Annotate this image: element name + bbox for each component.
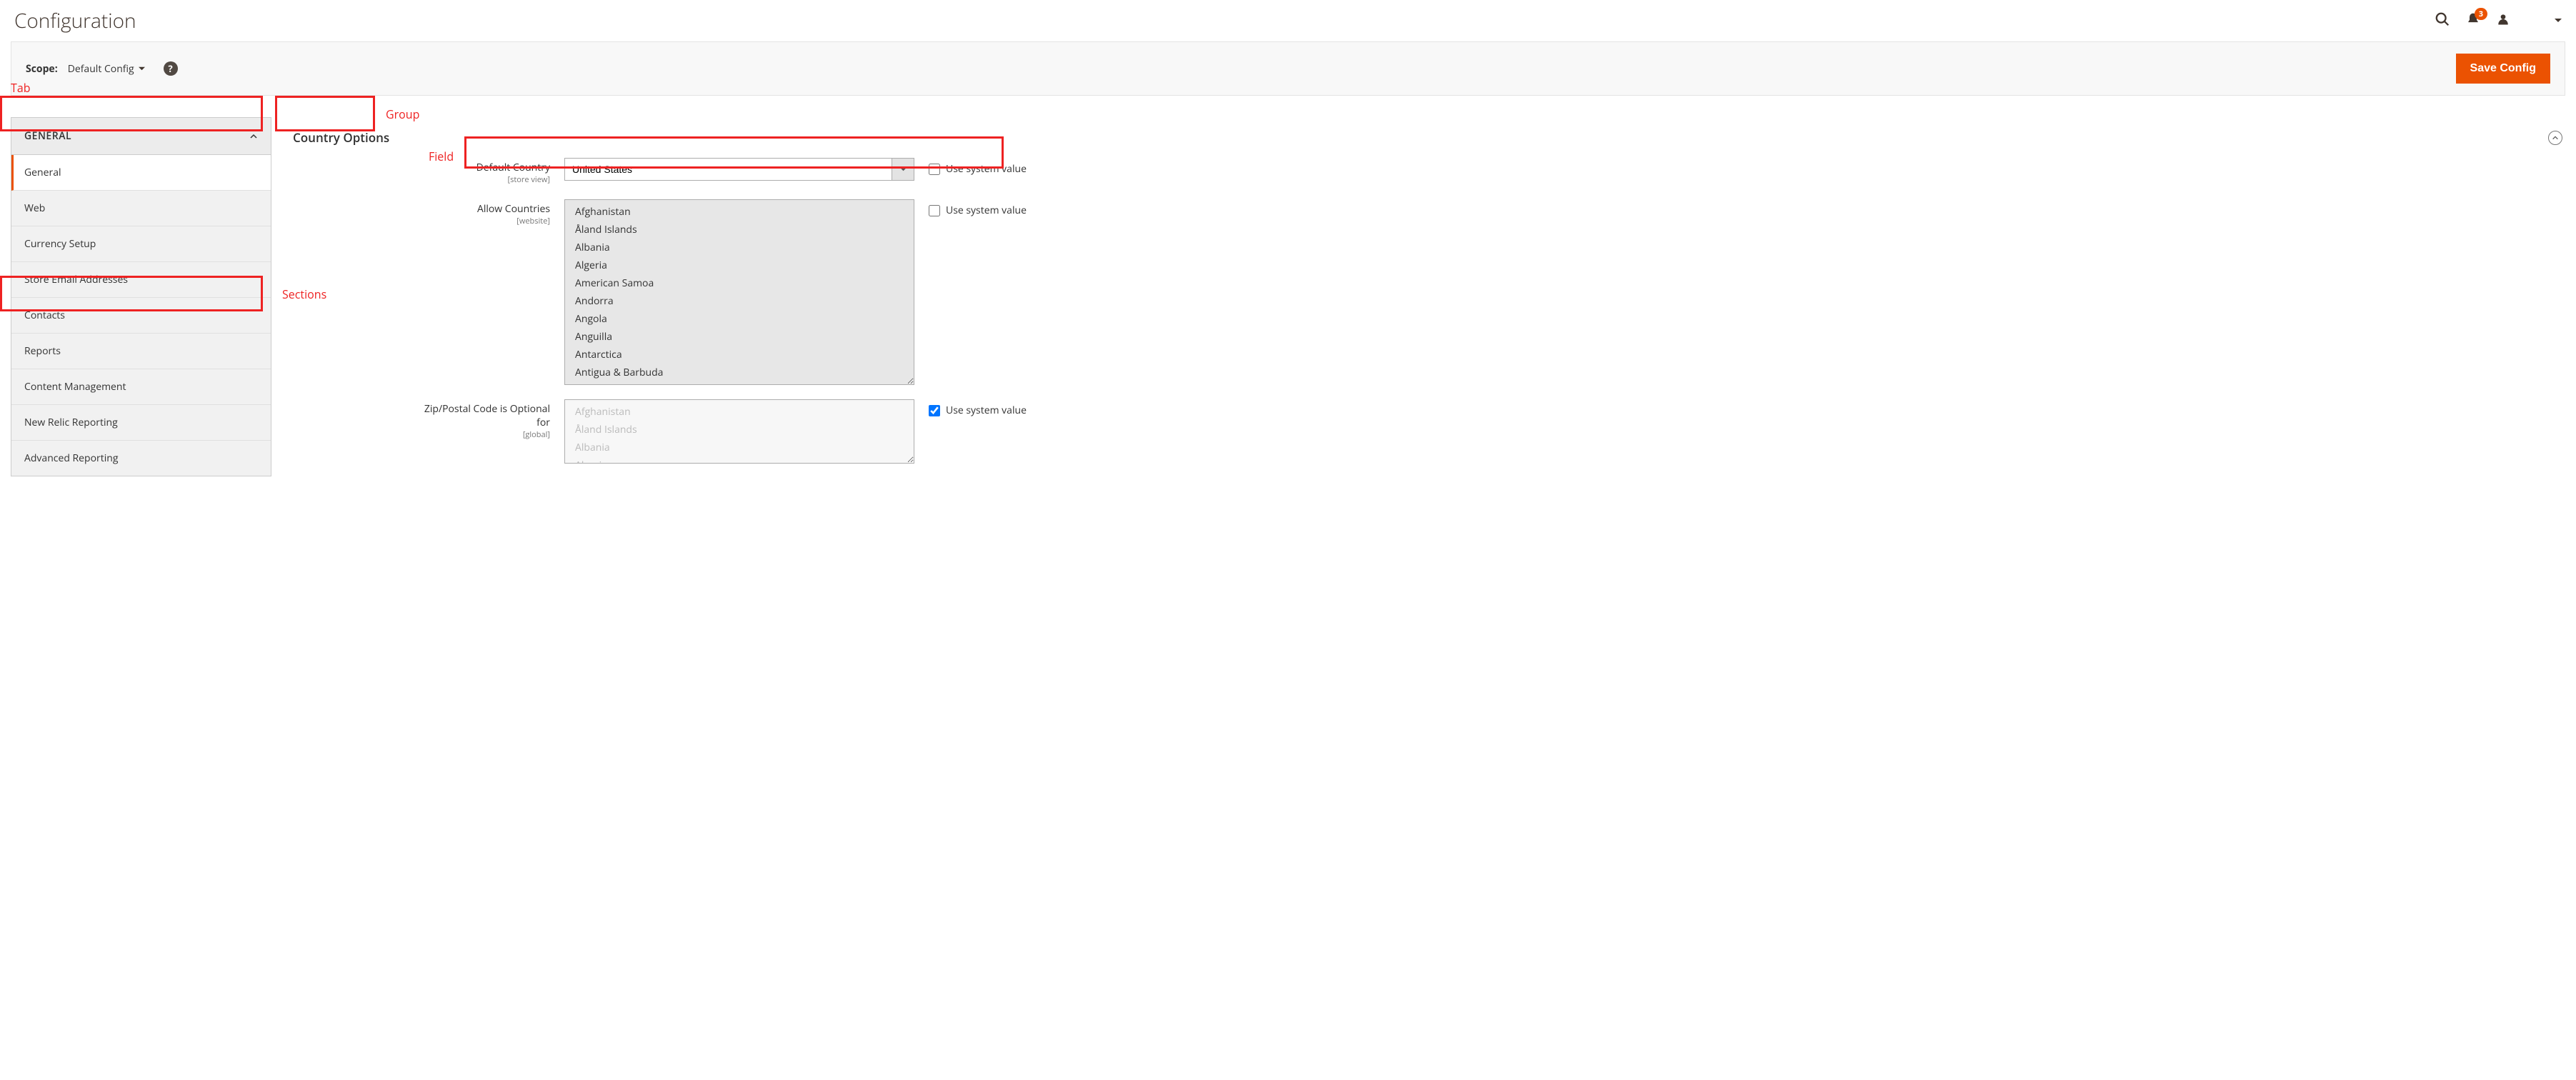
default-country-use-system-label: Use system value bbox=[946, 162, 1027, 176]
scope-label: Scope: bbox=[26, 62, 58, 76]
sidebar-section-web[interactable]: Web bbox=[11, 191, 271, 226]
scope-select[interactable]: Default Config bbox=[68, 62, 145, 76]
chevron-down-icon bbox=[139, 66, 145, 72]
collapse-group-icon[interactable] bbox=[2548, 131, 2562, 145]
default-country-use-system-checkbox[interactable] bbox=[929, 164, 940, 175]
annot-label-group: Group bbox=[386, 106, 419, 122]
account-dropdown-icon[interactable] bbox=[2555, 14, 2562, 28]
sidebar-section-general[interactable]: General bbox=[11, 155, 271, 191]
ms-option[interactable]: American Samoa bbox=[565, 274, 914, 292]
zip-optional-use-system-label: Use system value bbox=[946, 404, 1027, 417]
ms-option[interactable]: Andorra bbox=[565, 292, 914, 310]
scope-bar: Scope: Default Config ? Save Config bbox=[11, 41, 2565, 96]
sidebar-tab-label: GENERAL bbox=[24, 129, 71, 143]
ms-option[interactable]: Angola bbox=[565, 310, 914, 328]
zip-optional-multiselect: AfghanistanÅland IslandsAlbaniaAlgeria bbox=[564, 399, 914, 464]
ms-option[interactable]: Anguilla bbox=[565, 328, 914, 346]
save-config-button[interactable]: Save Config bbox=[2456, 54, 2550, 84]
field-label-zip-optional: Zip/Postal Code is Optional for bbox=[424, 402, 550, 429]
annot-label-tab: Tab bbox=[11, 80, 31, 96]
sidebar-section-currency[interactable]: Currency Setup bbox=[11, 226, 271, 262]
sidebar-sections: General Web Currency Setup Store Email A… bbox=[11, 155, 271, 476]
ms-option: Åland Islands bbox=[565, 421, 914, 439]
account-icon[interactable] bbox=[2496, 12, 2510, 30]
sidebar-section-new-relic[interactable]: New Relic Reporting bbox=[11, 405, 271, 441]
field-label-allow-countries: Allow Countries bbox=[477, 202, 550, 216]
sidebar-section-contacts[interactable]: Contacts bbox=[11, 298, 271, 334]
scope-value: Default Config bbox=[68, 62, 134, 76]
field-scope-default-country: [store view] bbox=[421, 174, 550, 185]
annot-label-field: Field bbox=[429, 149, 454, 164]
ms-option[interactable]: Antigua & Barbuda bbox=[565, 364, 914, 381]
sidebar-section-adv-reporting[interactable]: Advanced Reporting bbox=[11, 441, 271, 476]
sidebar-section-content-mgmt[interactable]: Content Management bbox=[11, 369, 271, 405]
ms-option[interactable]: Afghanistan bbox=[565, 203, 914, 221]
field-scope-zip-optional: [global] bbox=[421, 429, 550, 440]
notifications-badge: 3 bbox=[2475, 8, 2487, 20]
ms-option[interactable]: Antarctica bbox=[565, 346, 914, 364]
allow-countries-use-system-label: Use system value bbox=[946, 204, 1027, 217]
ms-option: Algeria bbox=[565, 456, 914, 464]
help-icon[interactable]: ? bbox=[164, 61, 178, 76]
allow-countries-multiselect[interactable]: AfghanistanÅland IslandsAlbaniaAlgeriaAm… bbox=[564, 199, 914, 385]
annot-label-sections: Sections bbox=[282, 286, 326, 302]
chevron-up-icon bbox=[249, 132, 258, 141]
sidebar-section-reports[interactable]: Reports bbox=[11, 334, 271, 369]
page-title: Configuration bbox=[14, 7, 136, 34]
ms-option[interactable]: Algeria bbox=[565, 256, 914, 274]
zip-optional-use-system-checkbox[interactable] bbox=[929, 405, 940, 416]
sidebar-tab-general[interactable]: GENERAL bbox=[11, 117, 271, 155]
allow-countries-use-system-checkbox[interactable] bbox=[929, 205, 940, 216]
group-title-country-options: Country Options bbox=[286, 126, 396, 149]
notifications-icon[interactable]: 3 bbox=[2466, 11, 2480, 31]
ms-option[interactable]: Albania bbox=[565, 239, 914, 256]
field-scope-allow-countries: [website] bbox=[421, 216, 550, 226]
field-label-default-country: Default Country bbox=[476, 161, 550, 174]
ms-option: Albania bbox=[565, 439, 914, 456]
search-icon[interactable] bbox=[2435, 11, 2450, 31]
default-country-select[interactable] bbox=[564, 158, 914, 181]
ms-option: Afghanistan bbox=[565, 403, 914, 421]
ms-option[interactable]: Åland Islands bbox=[565, 221, 914, 239]
sidebar-section-store-email[interactable]: Store Email Addresses bbox=[11, 262, 271, 298]
